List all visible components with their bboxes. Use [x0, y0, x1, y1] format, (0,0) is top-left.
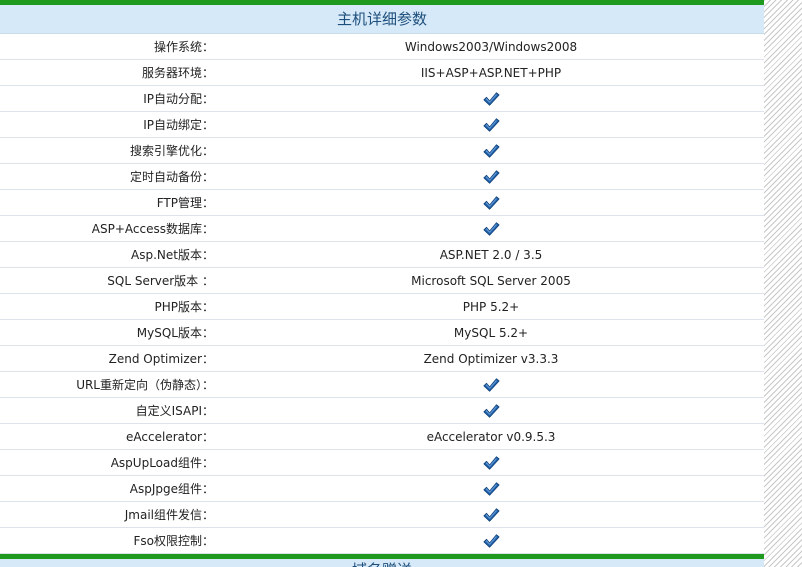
check-icon	[483, 195, 500, 210]
table-row: AspJpge组件：	[0, 476, 764, 502]
row-label: Zend Optimizer：	[108, 352, 214, 366]
row-label: eAccelerator：	[126, 430, 214, 444]
check-icon	[483, 117, 500, 132]
row-label: AspJpge组件：	[129, 482, 214, 496]
row-label: 定时自动备份：	[129, 170, 214, 184]
check-icon	[483, 377, 500, 392]
check-icon	[483, 403, 500, 418]
check-icon	[483, 481, 500, 496]
row-label: Jmail组件发信：	[124, 508, 214, 522]
row-label: 自定义ISAPI：	[135, 404, 214, 418]
row-label: 服务器环境：	[141, 66, 214, 80]
row-value	[218, 532, 764, 550]
row-label: IP自动绑定：	[143, 118, 214, 132]
row-value: ASP.NET 2.0 / 3.5	[439, 247, 543, 262]
row-value	[218, 90, 764, 108]
row-value: IIS+ASP+ASP.NET+PHP	[420, 65, 562, 80]
row-value: PHP 5.2+	[462, 299, 520, 314]
row-label: PHP版本：	[154, 300, 215, 314]
table-row: ASP+Access数据库：	[0, 216, 764, 242]
row-label: ASP+Access数据库：	[91, 222, 214, 236]
row-value	[218, 116, 764, 134]
table-row: 搜索引擎优化：	[0, 138, 764, 164]
row-value	[218, 194, 764, 212]
table-row: Fso权限控制：	[0, 528, 764, 554]
row-label: URL重新定向（伪静态）：	[76, 378, 214, 392]
table-row: 服务器环境： IIS+ASP+ASP.NET+PHP	[0, 60, 764, 86]
table-row: eAccelerator： eAccelerator v0.9.5.3	[0, 424, 764, 450]
page: 主机详细参数 操作系统： Windows2003/Windows2008 服务器…	[0, 0, 802, 567]
table-row: 操作系统： Windows2003/Windows2008	[0, 34, 764, 60]
table-row: AspUpLoad组件：	[0, 450, 764, 476]
next-section-title: 域名赠送	[0, 559, 764, 567]
check-icon	[483, 507, 500, 522]
section-title: 主机详细参数	[0, 5, 764, 34]
row-value	[218, 480, 764, 498]
table-row: 自定义ISAPI：	[0, 398, 764, 424]
check-icon	[483, 91, 500, 106]
row-value: Windows2003/Windows2008	[404, 39, 578, 54]
row-value: Zend Optimizer v3.3.3	[423, 351, 559, 366]
row-value	[218, 376, 764, 394]
table-row: Jmail组件发信：	[0, 502, 764, 528]
row-value	[218, 506, 764, 524]
check-icon	[483, 143, 500, 158]
row-label: FTP管理：	[156, 196, 214, 210]
table-row: Asp.Net版本： ASP.NET 2.0 / 3.5	[0, 242, 764, 268]
row-label: 操作系统：	[153, 40, 214, 54]
row-label: Fso权限控制：	[133, 534, 215, 548]
row-label: SQL Server版本 ：	[107, 274, 214, 288]
table-row: SQL Server版本 ： Microsoft SQL Server 2005	[0, 268, 764, 294]
row-value	[218, 402, 764, 420]
row-value: MySQL 5.2+	[453, 325, 529, 340]
check-icon	[483, 221, 500, 236]
check-icon	[483, 169, 500, 184]
row-label: MySQL版本：	[136, 326, 214, 340]
table-row: PHP版本： PHP 5.2+	[0, 294, 764, 320]
check-icon	[483, 533, 500, 548]
row-label: AspUpLoad组件：	[110, 456, 214, 470]
table-row: IP自动分配：	[0, 86, 764, 112]
table-row: MySQL版本： MySQL 5.2+	[0, 320, 764, 346]
row-value: eAccelerator v0.9.5.3	[426, 429, 556, 444]
host-params-panel: 主机详细参数 操作系统： Windows2003/Windows2008 服务器…	[0, 0, 764, 567]
hatched-background	[764, 0, 802, 567]
table-row: FTP管理：	[0, 190, 764, 216]
row-value	[218, 220, 764, 238]
check-icon	[483, 455, 500, 470]
table-row: 定时自动备份：	[0, 164, 764, 190]
row-value	[218, 142, 764, 160]
table-row: URL重新定向（伪静态）：	[0, 372, 764, 398]
row-value	[218, 168, 764, 186]
row-value	[218, 454, 764, 472]
row-label: 搜索引擎优化：	[129, 144, 214, 158]
table-row: IP自动绑定：	[0, 112, 764, 138]
row-label: IP自动分配：	[143, 92, 214, 106]
row-label: Asp.Net版本：	[131, 248, 214, 262]
params-table: 操作系统： Windows2003/Windows2008 服务器环境： IIS…	[0, 34, 764, 554]
row-value: Microsoft SQL Server 2005	[411, 273, 571, 288]
table-row: Zend Optimizer： Zend Optimizer v3.3.3	[0, 346, 764, 372]
